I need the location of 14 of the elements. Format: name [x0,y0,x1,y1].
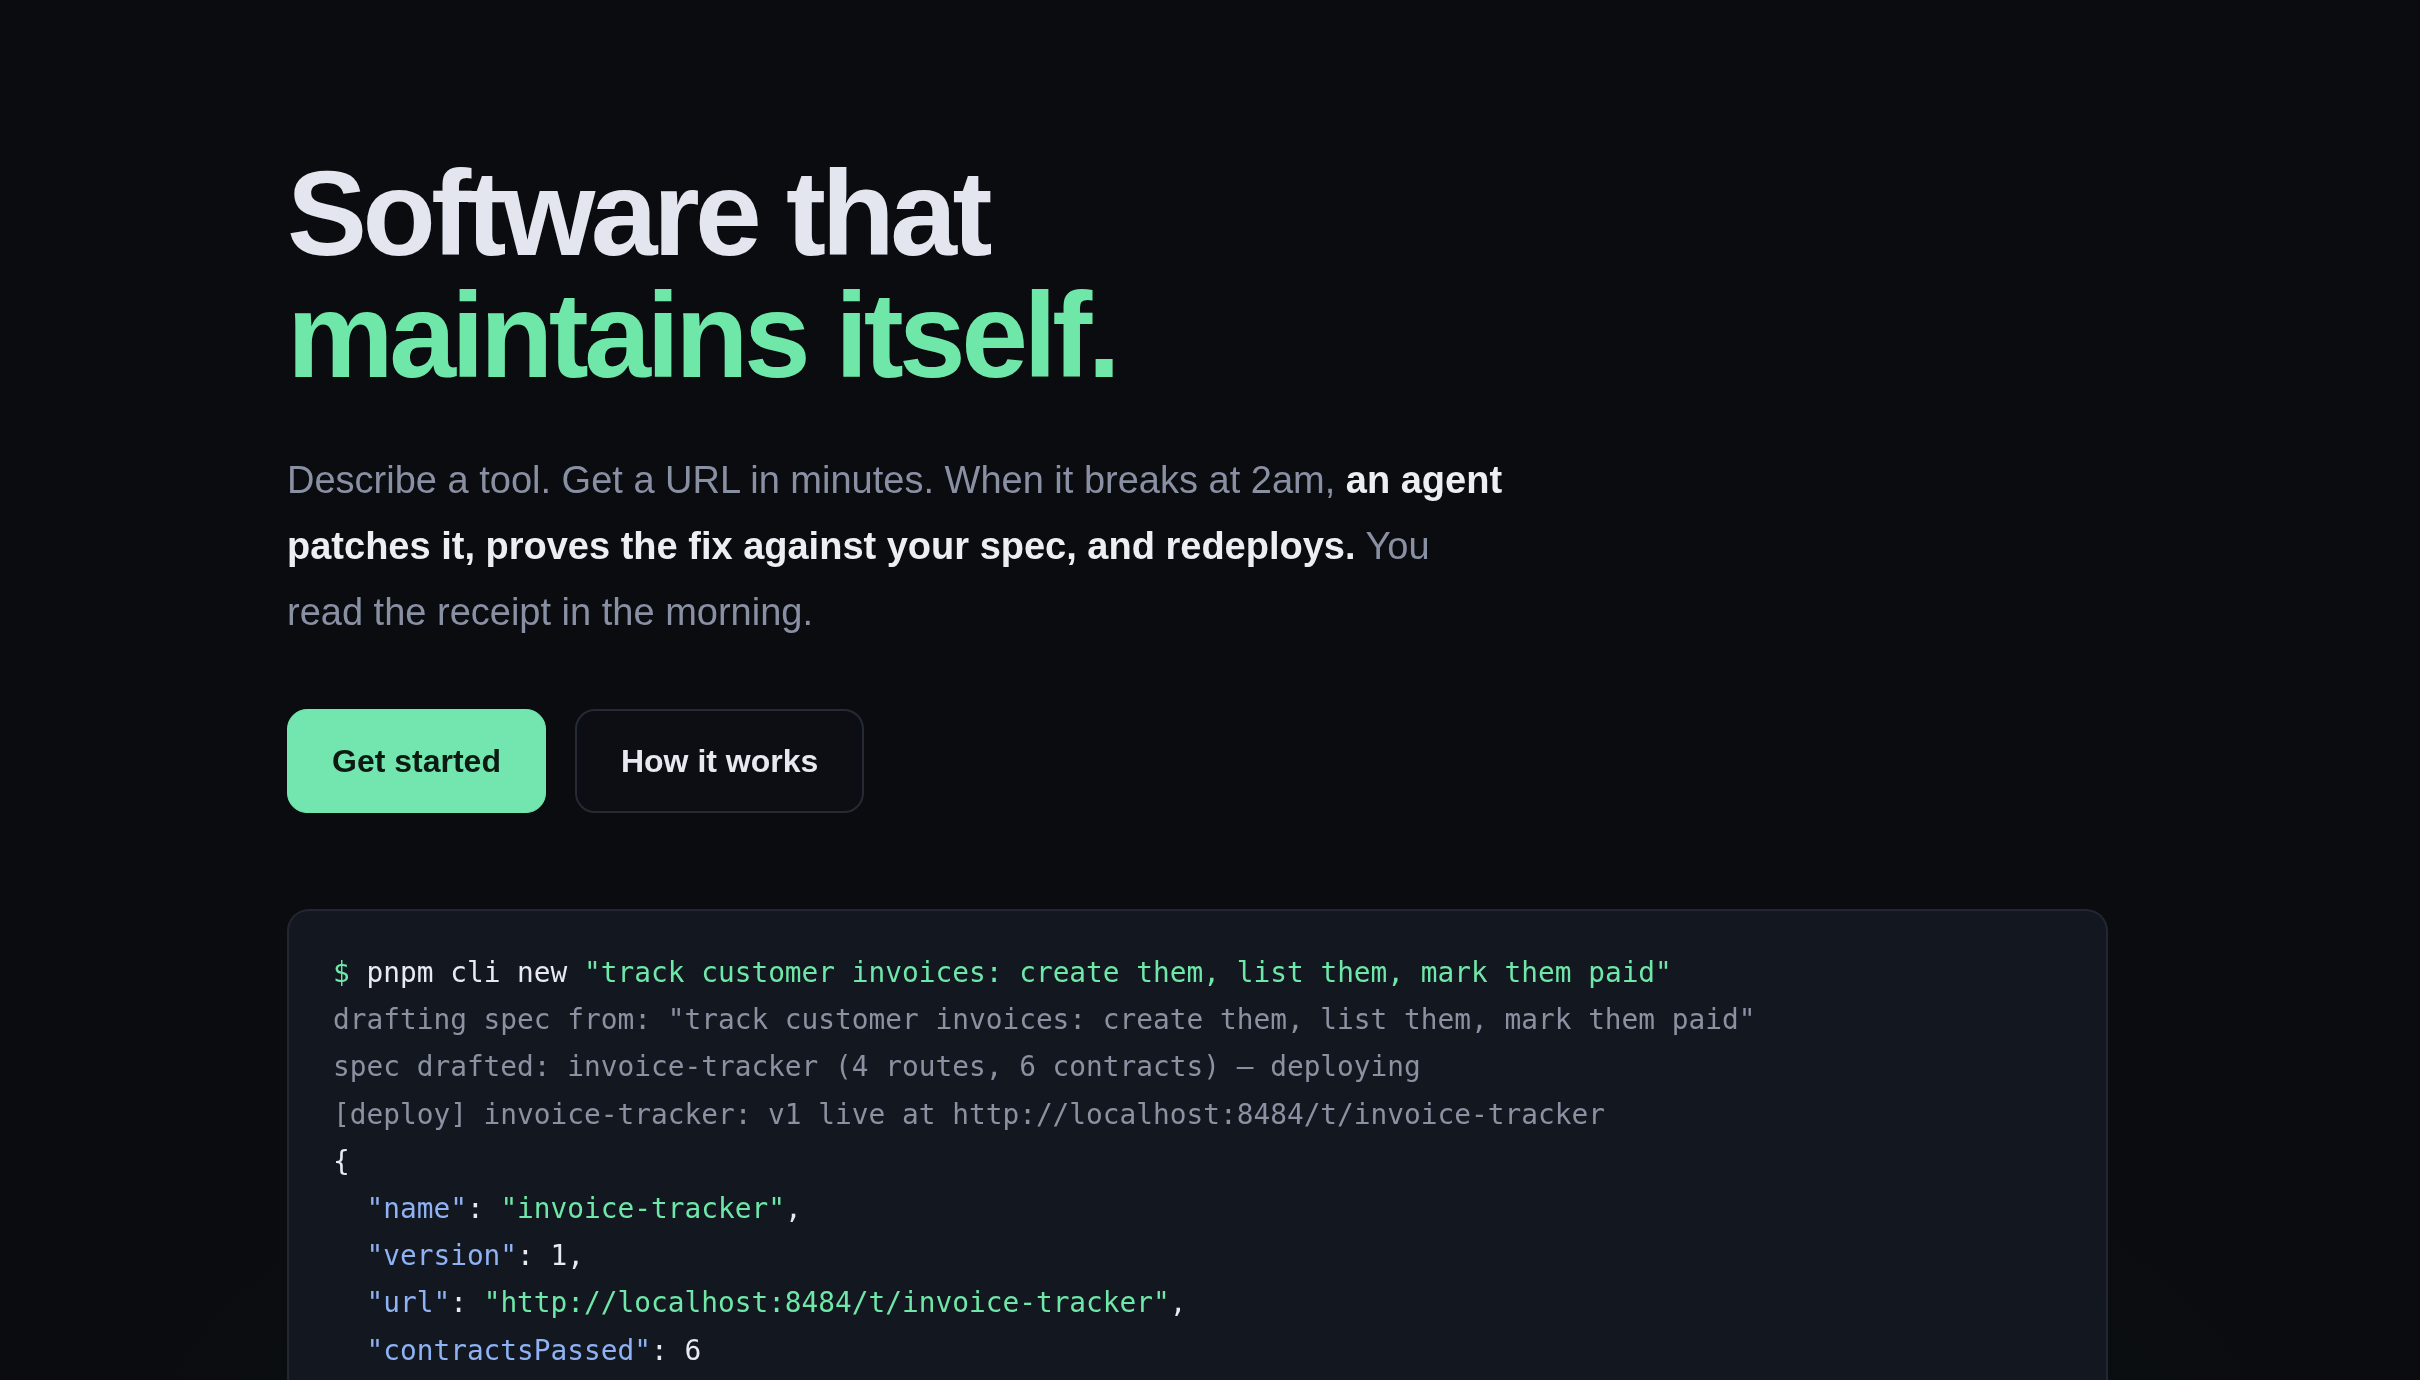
terminal-line: $ pnpm cli new "track customer invoices: create them, list them, mark them paid" [333,955,1672,991]
terminal-line: "version": 1, [366,1238,585,1275]
terminal-line: { [333,1143,350,1180]
terminal-line: [deploy] invoice-tracker: v1 live at http://localhost:8484/t/invoice-tracker [333,1096,1605,1133]
headline: Software that [287,152,988,274]
terminal-line: drafting spec from: "track customer invoices: create them, list them, mark them paid" [333,1002,1756,1039]
get-started-button[interactable]: Get started [287,709,546,813]
terminal-line: "name": "invoice-tracker", [366,1191,802,1227]
how-it-works-button[interactable]: How it works [574,709,865,813]
terminal-line: spec drafted: invoice-tracker (4 routes, 6 contracts) — deploying [333,1049,1421,1086]
terminal-line: "contractsPassed": 6 [366,1332,702,1369]
headline-accent: maintains itself. [287,274,1117,396]
terminal-line: "url": "http://localhost:8484/t/invoice-tracker", [366,1285,1187,1322]
lead-paragraph: Describe a tool. Get a URL in minutes. When it breaks at 2am, an agent patches it, proves the fix against your spec, and redeploys. You read the receipt in the morning. [287,458,1504,635]
